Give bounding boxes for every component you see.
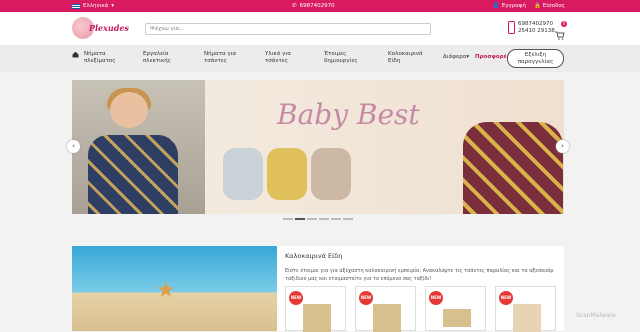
slider-dot[interactable] (307, 218, 317, 220)
login-link[interactable]: 🔒 Είσοδος (534, 3, 565, 9)
cart-icon (555, 31, 565, 40)
contact-phone-1: 6987402970 (518, 21, 553, 27)
slider-dot-active[interactable] (295, 218, 305, 220)
logo-text: Plexudes (89, 23, 129, 33)
new-badge: NEW (359, 291, 373, 305)
slider-dot[interactable] (343, 218, 353, 220)
summer-items-section: ★ Καλοκαιρινά Είδη Είστε έτοιμοι για για… (72, 246, 564, 332)
cart-count-badge: 0 (561, 21, 567, 27)
nav-item-bag-materials[interactable]: Υλικά για τσάντες (265, 51, 305, 65)
top-phone-number: 6987402970 (299, 3, 335, 9)
product-card[interactable]: NEW (495, 286, 556, 332)
hero-slider[interactable]: Baby Best (72, 80, 564, 214)
product-image (513, 304, 541, 332)
cart-button[interactable]: 0 (555, 21, 567, 40)
product-image (303, 304, 331, 332)
new-badge: NEW (429, 291, 443, 305)
home-icon[interactable] (72, 51, 79, 58)
starfish-icon: ★ (156, 278, 176, 303)
slider-dot[interactable] (331, 218, 341, 220)
nav-item-bag-yarns[interactable]: Νήματα για τσάντες (204, 51, 244, 65)
slider-next-button[interactable]: › (556, 140, 569, 153)
slide-photo-yarns: Baby Best (205, 80, 564, 214)
section-title: Καλοκαιρινά Είδη (285, 252, 343, 260)
knitted-vest (88, 135, 178, 214)
nav-item-offers[interactable]: Προσφορές (475, 54, 510, 61)
search-input[interactable]: Ψάχνω για... (145, 23, 431, 35)
top-phone[interactable]: ✆ 6987402970 (292, 3, 335, 9)
yarn-skein-beige (311, 148, 351, 200)
section-description: Είστε έτοιμοι για για αξέχαστη καλοκαιρι… (285, 268, 554, 282)
new-badge: NEW (289, 291, 303, 305)
chevron-down-icon: ▾ (111, 3, 115, 9)
lock-icon: 🔒 (533, 3, 541, 9)
slide-photo-boy (72, 80, 205, 214)
login-label: Είσοδος (542, 3, 565, 9)
register-link[interactable]: 👤 Εγγραφή (493, 3, 526, 9)
beach-image: ★ (72, 246, 277, 331)
caret-down-icon: ▾ (466, 54, 470, 60)
product-image (373, 304, 401, 332)
nav-item-knitting-tools[interactable]: Εργαλεία πλεκτικής (143, 51, 183, 65)
nav-misc-label: Διάφορα (443, 54, 467, 60)
top-bar: Ελληνικά ▾ ✆ 6987402970 👤 Εγγραφή 🔒 Είσοδο… (0, 0, 640, 12)
mobile-phone-icon (508, 21, 515, 34)
greek-flag-icon (72, 3, 80, 9)
nav-item-ready-creations[interactable]: Έτοιμες δημιουργίες (324, 51, 374, 65)
slide-headline: Baby Best (277, 98, 420, 131)
slider-dot[interactable] (319, 218, 329, 220)
product-image (443, 309, 471, 327)
register-label: Εγγραφή (501, 3, 526, 9)
nav-item-summer-items[interactable]: Καλοκαιρινά Είδη (388, 51, 434, 65)
slider-indicators (283, 218, 353, 220)
nav-item-misc[interactable]: Διάφορα▾ (443, 54, 469, 61)
user-plus-icon: 👤 (492, 3, 500, 9)
product-card[interactable]: NEW (425, 286, 486, 331)
boy-face (110, 92, 148, 128)
header: Plexudes Ψάχνω για... 6987402970 25410 2… (0, 12, 640, 45)
language-selector[interactable]: Ελληνικά ▾ (72, 3, 114, 9)
contact-phones: 6987402970 25410 29138 (508, 21, 555, 35)
watermark: ScanMalware (576, 312, 616, 319)
order-progress-button[interactable]: Εξέλιξη παραγγελίας (507, 49, 564, 68)
contact-phone-2: 25410 29138 (518, 28, 555, 34)
new-badge: NEW (499, 291, 513, 305)
yarn-skein-blue (223, 148, 263, 200)
product-card[interactable]: NEW (355, 286, 416, 332)
yarn-skein-yellow (267, 148, 307, 200)
language-label: Ελληνικά (83, 3, 109, 9)
nav-item-knitting-yarns[interactable]: Νήματα πλεξίματος (84, 51, 124, 65)
slider-dot[interactable] (283, 218, 293, 220)
main-nav: Νήματα πλεξίματος Εργαλεία πλεκτικής Νήμ… (0, 45, 640, 72)
phone-icon: ✆ (292, 3, 297, 9)
product-card[interactable]: NEW (285, 286, 346, 332)
knitted-vest-2 (463, 122, 563, 214)
slider-prev-button[interactable]: ‹ (67, 140, 80, 153)
site-logo[interactable]: Plexudes (72, 15, 129, 41)
